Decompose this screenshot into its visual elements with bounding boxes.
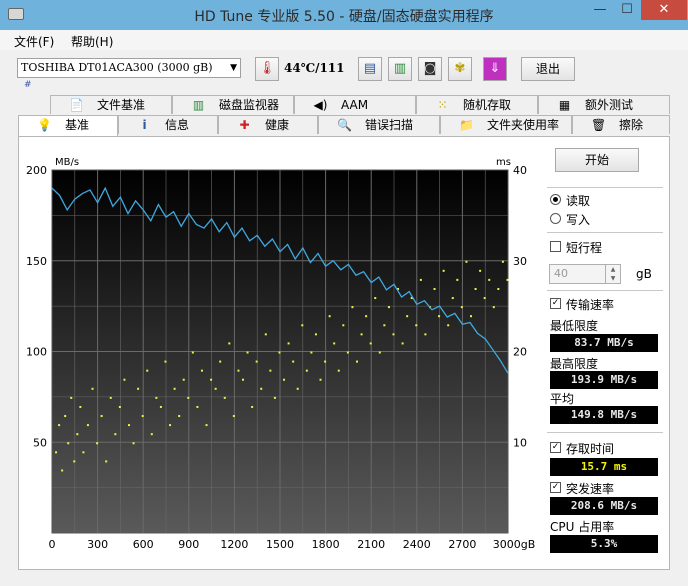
transfer-rate-label: 传输速率 <box>566 298 615 312</box>
min-label: 最低限度 <box>550 319 599 333</box>
cpu-usage-label: CPU 占用率 <box>550 520 615 534</box>
thermometer-icon[interactable]: 🌡 <box>255 57 279 81</box>
start-button[interactable]: 开始 <box>555 148 639 172</box>
access-time-label: 存取时间 <box>566 442 615 456</box>
min-value: 83.7 MB/s <box>550 334 658 352</box>
file-icon: 📄 <box>69 98 84 112</box>
copy-info-icon[interactable]: ▤ <box>358 57 382 81</box>
tab-file-benchmark[interactable]: 📄 文件基准 <box>50 95 172 114</box>
chevron-down-icon: ▼ <box>230 63 237 73</box>
lightbulb-icon: 💡 <box>37 118 52 132</box>
tab-info[interactable]: i 信息 <box>118 115 218 134</box>
drive-select-value: TOSHIBA DT01ACA300 (3000 gB) <box>21 61 213 74</box>
info-icon: i <box>142 118 147 132</box>
transfer-rate-checkbox[interactable]: ✓ <box>550 298 561 309</box>
cpu-usage-value: 5.3% <box>550 535 658 553</box>
close-button[interactable]: ✕ <box>641 0 687 20</box>
tab-error-scan[interactable]: 🔍 错误扫描 <box>318 115 440 134</box>
menu-bar: 文件(F) 帮助(H) <box>0 30 688 50</box>
menu-file[interactable]: 文件(F) <box>14 33 54 50</box>
access-time-checkbox[interactable]: ✓ <box>550 442 561 453</box>
folder-icon: 📁 <box>459 118 474 132</box>
short-stroke-label: 短行程 <box>566 241 603 255</box>
drive-select[interactable]: TOSHIBA DT01ACA300 (3000 gB) ▼ <box>17 58 241 78</box>
short-stroke-stepper[interactable]: 40 ▲ ▼ <box>549 264 621 284</box>
copy-results-icon[interactable]: ▥ <box>388 57 412 81</box>
download-icon[interactable]: ⇓ <box>483 57 507 81</box>
separator <box>547 232 663 233</box>
short-stroke-value: 40 <box>554 267 568 280</box>
tab-extra-tests[interactable]: ▦ 额外测试 <box>538 95 670 114</box>
write-radio[interactable] <box>550 213 561 224</box>
spin-arrows-icon[interactable]: ▲ ▼ <box>605 265 620 283</box>
toolbar: TOSHIBA DT01ACA300 (3000 gB) ▼ # 🌡 44℃/1… <box>0 52 688 92</box>
health-cross-icon: ✚ <box>239 118 250 132</box>
maximize-button[interactable]: ☐ <box>614 0 640 20</box>
max-label: 最高限度 <box>550 357 599 371</box>
read-radio[interactable] <box>550 194 561 205</box>
burst-rate-checkbox[interactable]: ✓ <box>550 482 561 493</box>
tab-benchmark[interactable]: 💡 基准 <box>18 115 118 136</box>
tab-folder-usage[interactable]: 📁 文件夹使用率 <box>440 115 572 134</box>
monitor-icon: ▥ <box>192 98 205 112</box>
temperature-readout: 44℃/111 <box>284 61 345 75</box>
window-title: HD Tune 专业版 5.50 - 硬盘/固态硬盘实用程序 <box>194 9 494 25</box>
tab-aam[interactable]: ◀) AAM <box>294 95 416 114</box>
tab-erase[interactable]: 🗑 擦除 <box>572 115 670 134</box>
drive-sub-label: # <box>24 80 32 90</box>
menu-help[interactable]: 帮助(H) <box>71 33 113 50</box>
short-stroke-checkbox[interactable] <box>550 241 561 252</box>
max-value: 193.9 MB/s <box>550 371 658 389</box>
avg-value: 149.8 MB/s <box>550 406 658 424</box>
tab-disk-monitor[interactable]: ▥ 磁盘监视器 <box>172 95 294 114</box>
trash-icon: 🗑 <box>591 118 607 132</box>
speaker-icon: ◀) <box>313 98 328 112</box>
burst-rate-label: 突发速率 <box>566 482 615 496</box>
minimize-button[interactable]: — <box>587 0 613 20</box>
exit-button[interactable]: 退出 <box>521 57 575 81</box>
dice-icon: ⁙ <box>437 98 448 112</box>
separator <box>547 187 663 188</box>
separator <box>547 432 663 433</box>
separator <box>547 290 663 291</box>
camera-icon[interactable]: ◙ <box>418 57 442 81</box>
calculator-icon: ▦ <box>558 98 571 112</box>
tab-random-access[interactable]: ⁙ 随机存取 <box>416 95 538 114</box>
tab-health[interactable]: ✚ 健康 <box>218 115 318 134</box>
burst-rate-value: 208.6 MB/s <box>550 497 658 515</box>
read-label: 读取 <box>566 194 591 208</box>
title-bar: HD Tune 专业版 5.50 - 硬盘/固态硬盘实用程序 — ☐ ✕ <box>0 0 688 30</box>
short-stroke-unit: gB <box>636 267 652 281</box>
options-icon[interactable]: ✾ <box>448 57 472 81</box>
avg-label: 平均 <box>550 392 575 406</box>
access-time-value: 15.7 ms <box>550 458 658 476</box>
write-label: 写入 <box>566 213 591 227</box>
magnifier-icon: 🔍 <box>337 118 352 132</box>
